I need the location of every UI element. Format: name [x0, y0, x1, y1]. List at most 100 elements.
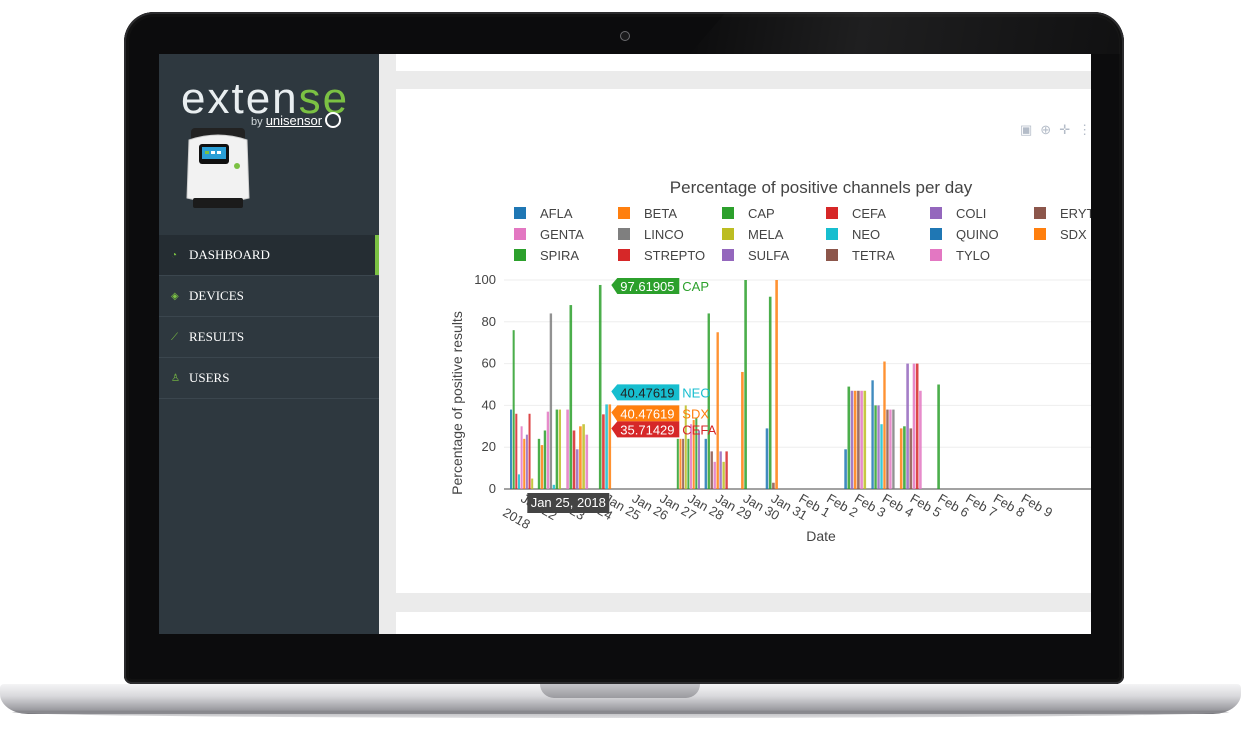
bar	[725, 451, 728, 489]
sidebar-item-users[interactable]: ♙ USERS	[159, 358, 379, 399]
bar	[608, 404, 612, 489]
bar	[919, 390, 922, 489]
sidebar-item-label: RESULTS	[189, 329, 245, 344]
legend-swatch	[930, 228, 942, 240]
bar	[585, 434, 589, 489]
bar	[676, 438, 679, 489]
bar	[546, 411, 550, 489]
unisensor-logo-icon	[325, 112, 342, 128]
bar	[886, 409, 889, 489]
y-tick-label: 40	[482, 397, 496, 412]
sidebar-item-dashboard[interactable]: ◔ DASHBOARD	[159, 235, 379, 276]
legend-label: CEFA	[852, 206, 886, 221]
bar	[710, 451, 713, 489]
x-tick-label: Feb 6	[935, 491, 971, 521]
bar	[528, 413, 531, 489]
more-icon[interactable]: ⋮	[1078, 122, 1091, 138]
bar	[704, 438, 707, 489]
legend-label: SDX	[1060, 227, 1087, 242]
bar	[871, 380, 874, 489]
bar	[549, 313, 553, 489]
camera-icon[interactable]: ▣	[1020, 122, 1032, 138]
user-icon: ♙	[171, 372, 180, 384]
bar	[903, 426, 906, 489]
bar	[906, 363, 909, 489]
bar	[687, 438, 690, 489]
bar	[707, 313, 710, 489]
x-tick-label: Feb 8	[991, 491, 1027, 521]
hover-item: 35.71429 CEFA	[611, 421, 717, 438]
legend-label: TYLO	[956, 248, 990, 263]
hover-value: 97.61905	[620, 279, 674, 294]
bar	[768, 296, 772, 489]
bar	[853, 390, 857, 489]
bar	[605, 404, 608, 489]
legend-swatch	[1034, 228, 1046, 240]
legend-swatch	[618, 228, 630, 240]
zoom-icon[interactable]: ⊕	[1040, 122, 1051, 138]
bar	[850, 390, 854, 489]
bar	[537, 438, 541, 489]
legend-label: COLI	[956, 206, 986, 221]
pan-icon[interactable]: ✛	[1059, 122, 1070, 138]
bar	[543, 430, 547, 489]
hover-x-label: Jan 25, 2018	[527, 493, 610, 513]
legend-swatch	[618, 249, 630, 261]
legend-label: CAP	[748, 206, 775, 221]
card-next	[396, 612, 1091, 634]
legend-label: SPIRA	[540, 248, 579, 263]
legend-swatch	[722, 207, 734, 219]
bar	[523, 438, 526, 489]
legend-label: MELA	[748, 227, 784, 242]
bar	[582, 424, 585, 489]
hover-item: 97.61905 CAP	[611, 277, 709, 294]
card-previous	[396, 54, 1091, 71]
legend-swatch	[514, 228, 526, 240]
bar	[722, 461, 725, 489]
legend-swatch	[930, 249, 942, 261]
bar	[741, 371, 744, 489]
legend-label: QUINO	[956, 227, 999, 242]
legend-swatch	[722, 249, 734, 261]
chart-modebar: ▣ ⊕ ✛ ⋮	[1020, 122, 1091, 138]
bar	[525, 434, 528, 489]
sidebar-item-devices[interactable]: ◈ DEVICES	[159, 276, 379, 317]
gauge-icon: ◔	[171, 249, 178, 261]
bar	[744, 280, 747, 489]
bar	[566, 409, 569, 489]
hover-value: 40.47619	[620, 406, 674, 421]
y-tick-label: 100	[474, 272, 496, 287]
line-chart-icon: ⟋	[171, 331, 178, 343]
bar	[863, 390, 867, 489]
legend-label: BETA	[644, 206, 677, 221]
legend-label: LINCO	[644, 227, 684, 242]
bar	[909, 428, 913, 489]
bar	[847, 386, 851, 489]
bar-chart[interactable]: Percentage of positive channels per day …	[396, 89, 1091, 593]
hover-x-text: Jan 25, 2018	[531, 495, 606, 510]
legend-label: AFLA	[540, 206, 573, 221]
layers-icon: ◈	[171, 290, 179, 302]
x-tick-label: Feb 9	[1019, 491, 1055, 521]
bar	[572, 430, 576, 489]
camera-icon	[620, 31, 630, 41]
sidebar-item-results[interactable]: ⟋ RESULTS	[159, 317, 379, 358]
legend-label: NEO	[852, 227, 880, 242]
legend-swatch	[514, 249, 526, 261]
legend-swatch	[826, 207, 838, 219]
hover-item: 40.47619 NEO	[611, 384, 710, 401]
bar	[679, 438, 682, 489]
y-tick-label: 80	[482, 314, 496, 329]
bar	[877, 405, 880, 489]
bar	[892, 409, 895, 489]
sidebar-item-label: DASHBOARD	[189, 247, 270, 262]
bar	[844, 449, 847, 489]
bar	[860, 390, 863, 489]
hover-value: 40.47619	[620, 385, 674, 400]
bar	[552, 484, 556, 489]
x-tick-label: Feb 3	[852, 491, 888, 521]
legend-swatch	[618, 207, 630, 219]
bar	[857, 390, 860, 489]
legend-swatch	[514, 207, 526, 219]
bar	[579, 426, 582, 489]
